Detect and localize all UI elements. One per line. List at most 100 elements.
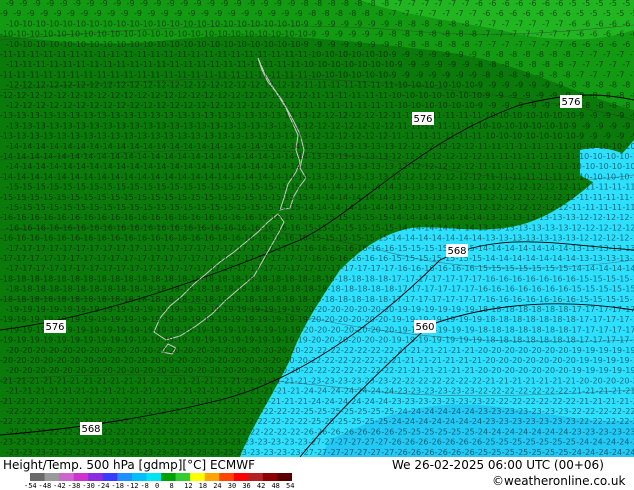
- temperature-value: -10: [274, 40, 287, 49]
- temperature-value: -17: [261, 264, 274, 273]
- temperature-value: -10: [207, 19, 220, 28]
- temperature-value: -17: [435, 285, 448, 294]
- temperature-value: -17: [442, 295, 455, 304]
- temperature-value: -11: [60, 60, 73, 69]
- temperature-value: -16: [268, 234, 281, 243]
- temperature-value: -10: [488, 121, 501, 130]
- temperature-value: -23: [113, 448, 126, 457]
- temperature-value: -13: [596, 244, 609, 253]
- temperature-value: -11: [616, 193, 629, 202]
- temperature-value: -12: [348, 111, 361, 120]
- temperature-value: -13: [563, 213, 576, 222]
- temperature-value: -19: [576, 356, 589, 365]
- temperature-value: -22: [40, 417, 53, 426]
- temperature-value: -8: [368, 0, 376, 8]
- temperature-value: -23: [234, 448, 247, 457]
- temperature-value: -9: [529, 81, 537, 90]
- temperature-value: -21: [167, 387, 180, 396]
- temperature-value: -24: [429, 417, 442, 426]
- temperature-value: -12: [287, 81, 300, 90]
- temperature-value: -18: [482, 336, 495, 345]
- temperature-value: -19: [295, 336, 308, 345]
- temperature-value: -13: [408, 203, 421, 212]
- temperature-value: -12: [322, 111, 335, 120]
- temperature-value: -20: [220, 366, 233, 375]
- temperature-value: -17: [40, 254, 53, 263]
- temperature-value: -24: [529, 427, 542, 436]
- temperature-value: -12: [496, 193, 509, 202]
- temperature-value: -15: [402, 254, 415, 263]
- temperature-value: -13: [281, 132, 294, 141]
- temperature-value: -21: [496, 376, 509, 385]
- temperature-value: -8: [421, 40, 429, 49]
- temperature-value: -14: [214, 152, 227, 161]
- temperature-value: -10: [33, 40, 46, 49]
- temperature-value: -14: [19, 162, 32, 171]
- temperature-value: -23: [429, 397, 442, 406]
- temperature-value: -10: [33, 19, 46, 28]
- temperature-value: -19: [609, 346, 622, 355]
- credit-link[interactable]: ©weatheronline.co.uk: [492, 474, 625, 488]
- temperature-value: -11: [389, 111, 402, 120]
- temperature-value: -10: [86, 40, 99, 49]
- temperature-value: -23: [442, 397, 455, 406]
- temperature-value: -7: [502, 40, 510, 49]
- temperature-value: -19: [590, 356, 603, 365]
- temperature-value: -8: [408, 19, 416, 28]
- temperature-value: -9: [488, 101, 496, 110]
- temperature-value: -22: [529, 387, 542, 396]
- temperature-value: -14: [295, 172, 308, 181]
- temperature-value: -13: [147, 111, 160, 120]
- temperature-value: -19: [94, 315, 107, 324]
- temperature-value: -22: [241, 417, 254, 426]
- temperature-value: -26: [421, 448, 434, 457]
- temperature-value: -11: [46, 60, 59, 69]
- temperature-value: -22: [54, 417, 67, 426]
- temperature-value: -19: [448, 305, 461, 314]
- temperature-value: -16: [188, 234, 201, 243]
- temperature-value: -11: [354, 101, 367, 110]
- temperature-value: -22: [609, 407, 622, 416]
- temperature-value: -18: [247, 285, 260, 294]
- temperature-value: -18: [523, 336, 536, 345]
- temperature-value: -21: [402, 356, 415, 365]
- temperature-value: -13: [482, 213, 495, 222]
- temperature-value: -26: [328, 427, 341, 436]
- temperature-value: -14: [80, 152, 93, 161]
- temperature-value: -12: [301, 121, 314, 130]
- temperature-value: -19: [174, 336, 187, 345]
- temperature-value: -13: [214, 111, 227, 120]
- temperature-value: -25: [408, 427, 421, 436]
- temperature-value: -18: [549, 315, 562, 324]
- temperature-value: -15: [375, 213, 388, 222]
- temperature-value: -26: [435, 448, 448, 457]
- temperature-value: -15: [247, 203, 260, 212]
- colorbar-swatch: [146, 473, 162, 481]
- temperature-value: -7: [475, 19, 483, 28]
- temperature-value: -22: [348, 356, 361, 365]
- temperature-value: -14: [354, 183, 367, 192]
- temperature-value: -10: [194, 40, 207, 49]
- temperature-value: -11: [94, 50, 107, 59]
- temperature-value: -13: [448, 183, 461, 192]
- temperature-value: -11: [301, 101, 314, 110]
- temperature-value: -19: [147, 336, 160, 345]
- temperature-value: -16: [523, 274, 536, 283]
- temperature-value: -7: [596, 60, 604, 69]
- temperature-value: -22: [354, 366, 367, 375]
- temperature-value: -25: [328, 407, 341, 416]
- temperature-value: -10: [261, 40, 274, 49]
- temperature-value: -17: [456, 274, 469, 283]
- temperature-value: -12: [201, 91, 214, 100]
- temperature-value: -6: [488, 0, 496, 8]
- temperature-value: -25: [348, 417, 361, 426]
- temperature-value: -21: [281, 376, 294, 385]
- temperature-value: -13: [261, 121, 274, 130]
- temperature-value: -16: [13, 213, 26, 222]
- temperature-value: -9: [314, 19, 322, 28]
- temperature-value: -8: [308, 9, 316, 18]
- temperature-value: -12: [456, 172, 469, 181]
- temperature-value: -13: [354, 142, 367, 151]
- temperature-value: -8: [563, 50, 571, 59]
- temperature-value: -19: [582, 366, 595, 375]
